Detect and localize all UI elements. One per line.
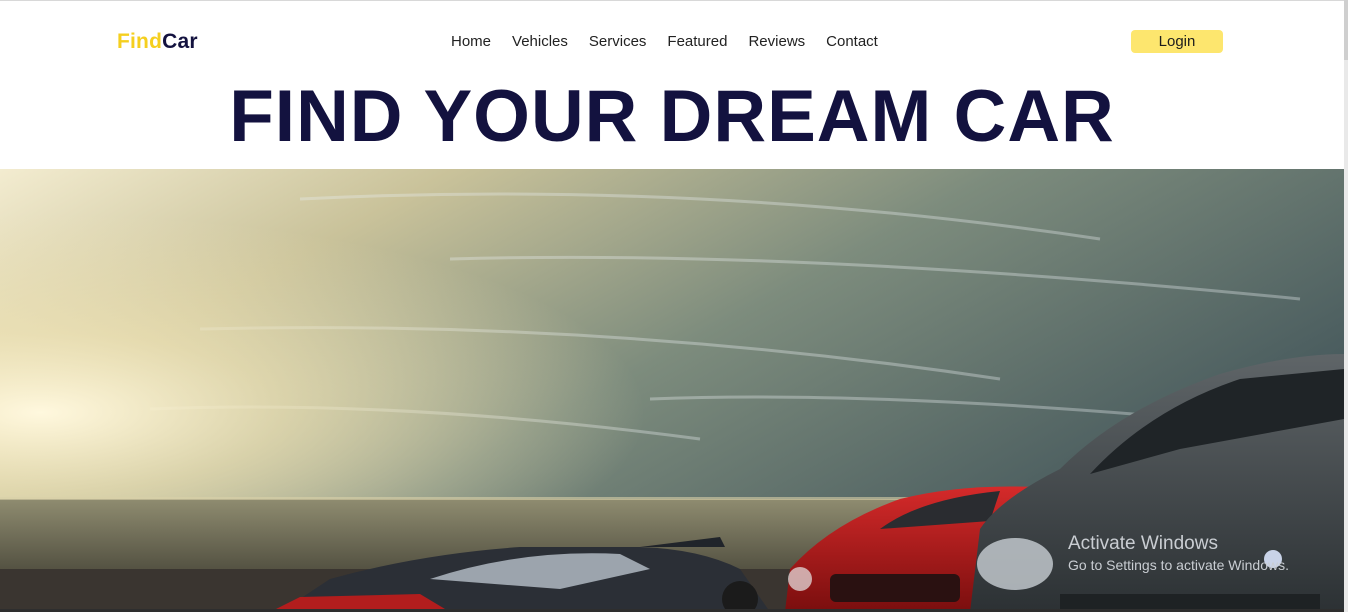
nav-featured[interactable]: Featured: [667, 33, 727, 50]
nav-reviews[interactable]: Reviews: [748, 33, 805, 50]
vertical-scrollbar[interactable]: [1344, 0, 1348, 612]
navbar: FindCar Home Vehicles Services Featured …: [0, 0, 1344, 80]
nav-vehicles[interactable]: Vehicles: [512, 33, 568, 50]
nav-services[interactable]: Services: [589, 33, 647, 50]
login-button[interactable]: Login: [1131, 30, 1223, 53]
nav-contact[interactable]: Contact: [826, 33, 878, 50]
hero-title: FIND YOUR DREAM CAR: [229, 76, 1115, 157]
activate-windows-watermark: Activate Windows Go to Settings to activ…: [1068, 533, 1289, 575]
logo-car: Car: [162, 30, 198, 53]
logo[interactable]: FindCar: [117, 30, 198, 54]
logo-find: Find: [117, 30, 163, 53]
scrollbar-thumb[interactable]: [1344, 0, 1348, 60]
main-menu: Home Vehicles Services Featured Reviews …: [451, 33, 899, 50]
nav-home[interactable]: Home: [451, 33, 491, 50]
watermark-subtitle: Go to Settings to activate Windows.: [1068, 557, 1289, 573]
watermark-title: Activate Windows: [1068, 533, 1218, 554]
